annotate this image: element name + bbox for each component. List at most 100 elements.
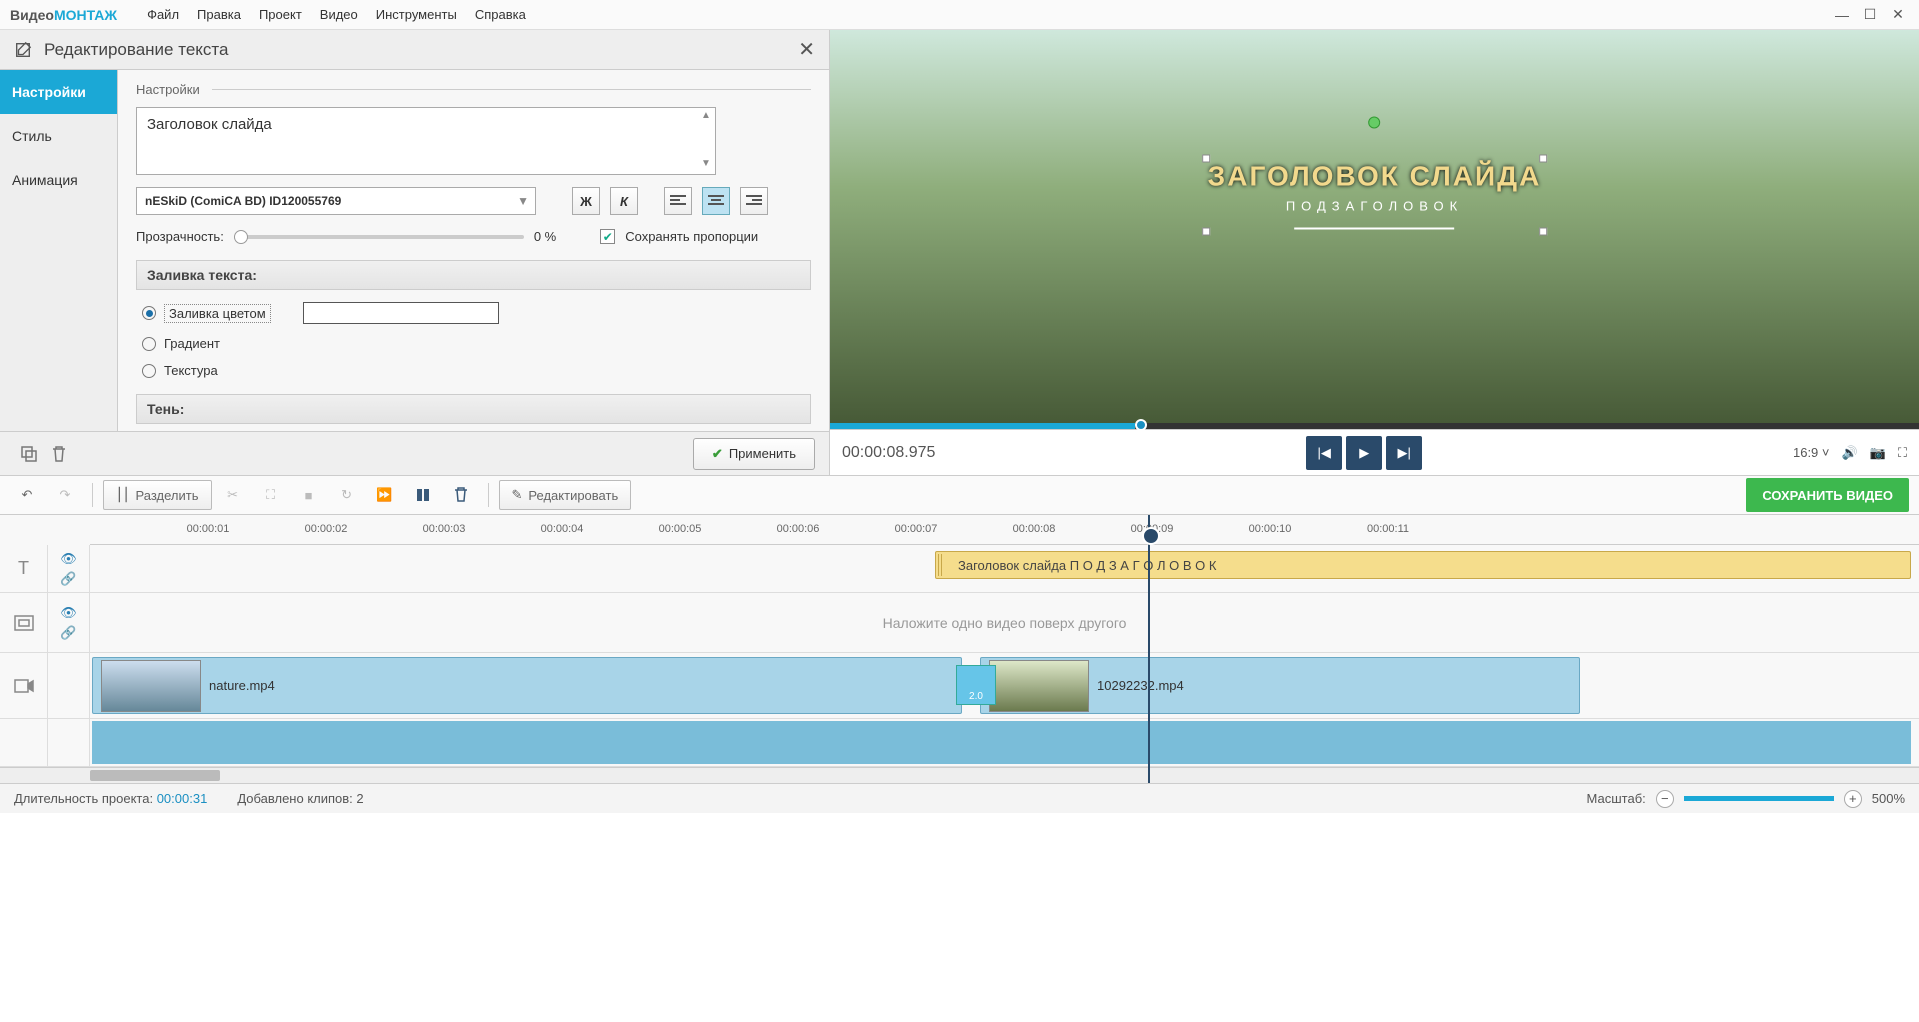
resize-handle-se[interactable] bbox=[1539, 228, 1547, 236]
track-link-icon[interactable]: 🔗 bbox=[60, 571, 76, 587]
speed-button: ⏩ bbox=[368, 480, 402, 510]
apply-button[interactable]: ✔ Применить bbox=[693, 438, 815, 470]
overlay-hint: Наложите одно видео поверх другого bbox=[883, 615, 1127, 631]
fill-header: Заливка текста: bbox=[136, 260, 811, 290]
tick: 00:00:03 bbox=[423, 523, 466, 535]
track-visibility-icon[interactable]: 👁 bbox=[60, 605, 77, 621]
play-button[interactable]: ▶ bbox=[1346, 436, 1382, 470]
dialog-close-button[interactable]: ✕ bbox=[798, 37, 815, 62]
duplicate-button[interactable] bbox=[14, 439, 44, 469]
rotate-handle[interactable] bbox=[1368, 117, 1380, 129]
zoom-label: Масштаб: bbox=[1587, 791, 1646, 806]
check-icon: ✔ bbox=[712, 446, 723, 462]
scroll-down-icon[interactable]: ▼ bbox=[699, 158, 713, 172]
clip-thumbnail bbox=[101, 660, 201, 712]
maximize-button[interactable]: ☐ bbox=[1859, 4, 1881, 26]
timeline-toolbar: ↶ ↷ ⎮⎮ Разделить ✂ ⛶ ■ ↻ ⏩ ✎ Редактирова… bbox=[0, 475, 1919, 515]
scrollbar-thumb[interactable] bbox=[90, 770, 220, 781]
snapshot-icon[interactable]: 📷 bbox=[1870, 445, 1886, 461]
text-editor-dialog: Редактирование текста ✕ Настройки Стиль … bbox=[0, 30, 830, 475]
timeline-delete-button[interactable] bbox=[444, 480, 478, 510]
section-label: Настройки bbox=[136, 82, 811, 97]
zoom-slider[interactable] bbox=[1684, 796, 1834, 801]
close-window-button[interactable]: ✕ bbox=[1887, 4, 1909, 26]
title-overlay[interactable]: ЗАГОЛОВОК СЛАЙДА ПОДЗАГОЛОВОК bbox=[1208, 161, 1542, 230]
menu-edit[interactable]: Правка bbox=[197, 7, 241, 22]
zoom-in-button[interactable]: + bbox=[1844, 790, 1862, 808]
fill-color-swatch[interactable] bbox=[303, 302, 499, 324]
fill-texture-radio[interactable] bbox=[142, 364, 156, 378]
track-link-icon[interactable]: 🔗 bbox=[60, 625, 76, 641]
clip-name: 10292232.mp4 bbox=[1097, 678, 1184, 693]
video-track: nature.mp4 2.0 10292232.mp4 bbox=[0, 653, 1919, 719]
menu-help[interactable]: Справка bbox=[475, 7, 526, 22]
font-select[interactable]: nESkiD (ComiCA BD) ID120055769 ▼ bbox=[136, 187, 536, 215]
align-center-button[interactable] bbox=[702, 187, 730, 215]
tick: 00:00:11 bbox=[1367, 523, 1409, 535]
preview-progress[interactable] bbox=[830, 423, 1919, 429]
preview-title-main: ЗАГОЛОВОК СЛАЙДА bbox=[1208, 161, 1542, 193]
align-left-button[interactable] bbox=[664, 187, 692, 215]
tab-animation[interactable]: Анимация bbox=[0, 158, 117, 202]
fullscreen-icon[interactable]: ⛶ bbox=[1898, 445, 1907, 461]
italic-button[interactable]: К bbox=[610, 187, 638, 215]
minimize-button[interactable]: — bbox=[1831, 4, 1853, 26]
keep-aspect-checkbox[interactable]: ✔ bbox=[600, 229, 615, 244]
prev-frame-button[interactable]: |◀ bbox=[1306, 436, 1342, 470]
align-right-button[interactable] bbox=[740, 187, 768, 215]
delete-button[interactable] bbox=[44, 439, 74, 469]
resize-handle-sw[interactable] bbox=[1202, 228, 1210, 236]
fill-color-radio[interactable] bbox=[142, 306, 156, 320]
track-visibility-icon[interactable]: 👁 bbox=[60, 551, 77, 567]
opacity-slider[interactable] bbox=[234, 235, 524, 239]
effects-button[interactable] bbox=[406, 480, 440, 510]
resize-handle-nw[interactable] bbox=[1202, 155, 1210, 163]
scroll-up-icon[interactable]: ▲ bbox=[699, 110, 713, 124]
next-frame-button[interactable]: ▶| bbox=[1386, 436, 1422, 470]
keep-aspect-label: Сохранять пропорции bbox=[625, 229, 758, 244]
tick: 00:00:10 bbox=[1249, 523, 1292, 535]
fill-gradient-radio[interactable] bbox=[142, 337, 156, 351]
volume-icon[interactable]: 🔊 bbox=[1842, 445, 1858, 461]
zoom-out-button[interactable]: − bbox=[1656, 790, 1674, 808]
resize-handle-ne[interactable] bbox=[1539, 155, 1547, 163]
tick: 00:00:08 bbox=[1013, 523, 1056, 535]
edit-icon bbox=[14, 41, 32, 59]
undo-button[interactable]: ↶ bbox=[10, 480, 44, 510]
title-text-input[interactable]: Заголовок слайда ▲ ▼ bbox=[136, 107, 716, 175]
clips-count: Добавлено клипов: 2 bbox=[237, 791, 363, 806]
text-track: T 👁 🔗 Заголовок слайда П О Д З А Г О Л О… bbox=[0, 545, 1919, 593]
text-clip[interactable]: Заголовок слайда П О Д З А Г О Л О В О К bbox=[935, 551, 1911, 579]
preview-title-sub: ПОДЗАГОЛОВОК bbox=[1208, 199, 1542, 214]
split-button[interactable]: ⎮⎮ Разделить bbox=[103, 480, 212, 510]
transition-block[interactable]: 2.0 bbox=[956, 665, 996, 705]
video-clip-1[interactable]: nature.mp4 bbox=[92, 657, 962, 714]
timeline-ruler[interactable]: 00:00:01 00:00:02 00:00:03 00:00:04 00:0… bbox=[90, 515, 1919, 545]
fill-color-label: Заливка цветом bbox=[164, 304, 271, 323]
tick: 00:00:06 bbox=[777, 523, 820, 535]
preview-video[interactable]: ЗАГОЛОВОК СЛАЙДА ПОДЗАГОЛОВОК bbox=[830, 30, 1919, 423]
save-video-button[interactable]: СОХРАНИТЬ ВИДЕО bbox=[1746, 478, 1909, 512]
menu-project[interactable]: Проект bbox=[259, 7, 302, 22]
audio-track bbox=[0, 719, 1919, 767]
edit-clip-button[interactable]: ✎ Редактировать bbox=[499, 480, 632, 510]
edit-label: Редактировать bbox=[528, 488, 618, 503]
playhead[interactable] bbox=[1148, 515, 1150, 783]
overlay-track-icon bbox=[0, 593, 48, 652]
video-track-icon bbox=[0, 653, 48, 718]
tab-settings[interactable]: Настройки bbox=[0, 70, 117, 114]
timeline-scrollbar[interactable] bbox=[0, 767, 1919, 783]
tick: 00:00:01 bbox=[187, 523, 230, 535]
menu-file[interactable]: Файл bbox=[147, 7, 179, 22]
tab-style[interactable]: Стиль bbox=[0, 114, 117, 158]
clip-drag-handle[interactable] bbox=[938, 554, 944, 576]
menu-tools[interactable]: Инструменты bbox=[376, 7, 457, 22]
video-clip-2[interactable]: 10292232.mp4 bbox=[980, 657, 1580, 714]
audio-waveform[interactable] bbox=[92, 721, 1911, 764]
apply-label: Применить bbox=[729, 446, 796, 461]
tick: 00:00:02 bbox=[305, 523, 348, 535]
opacity-value: 0 % bbox=[534, 229, 556, 244]
bold-button[interactable]: Ж bbox=[572, 187, 600, 215]
menu-video[interactable]: Видео bbox=[320, 7, 358, 22]
aspect-ratio-select[interactable]: 16:9 ˅ bbox=[1793, 445, 1830, 460]
